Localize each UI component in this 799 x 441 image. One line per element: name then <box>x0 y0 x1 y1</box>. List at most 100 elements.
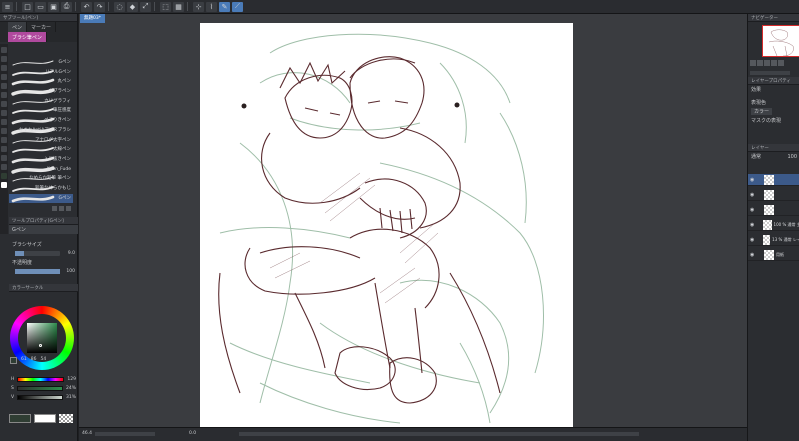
eye-icon[interactable]: ◉ <box>750 222 755 228</box>
subtool-item[interactable]: アナログ太字ペン <box>9 136 73 146</box>
brush-size-row[interactable]: ブラシサイズ <box>9 240 78 249</box>
subtool-item[interactable]: カリグラフィ <box>9 97 73 107</box>
subtool-item[interactable]: カブラペン <box>9 87 73 97</box>
slider-h-value[interactable]: 129 <box>67 377 76 382</box>
subtool-settings-icon[interactable] <box>52 206 57 211</box>
subtool-item[interactable]: リアルGペン <box>9 68 73 78</box>
slider-v-value[interactable]: 31% <box>66 395 76 400</box>
snap-icon[interactable]: ⊹ <box>193 1 204 12</box>
navigator-zoom-slider[interactable] <box>750 70 790 75</box>
color-cursor[interactable] <box>39 344 42 347</box>
rotate-icon[interactable] <box>764 60 770 66</box>
select-all-icon[interactable]: ▦ <box>173 1 184 12</box>
opacity-slider[interactable] <box>15 269 60 274</box>
tool-correct-icon[interactable] <box>1 164 7 170</box>
saturation-value-square[interactable] <box>27 323 57 353</box>
transform-icon[interactable]: ⤢ <box>140 1 151 12</box>
horizontal-scrollbar[interactable] <box>239 432 639 436</box>
tool-airbrush-icon[interactable] <box>1 74 7 80</box>
clear-icon[interactable]: ◌ <box>114 1 125 12</box>
eye-icon[interactable]: ◉ <box>750 237 755 243</box>
pen-icon[interactable]: ✎ <box>219 1 230 12</box>
subtool-item[interactable]: Gペン <box>9 193 73 204</box>
tool-pencil-icon[interactable] <box>1 56 7 62</box>
blend-mode-select[interactable]: 通常 <box>751 153 761 160</box>
save-icon[interactable]: ▣ <box>48 1 59 12</box>
zoom-in-icon[interactable] <box>750 60 756 66</box>
tab-pen[interactable]: ペン <box>8 22 28 32</box>
print-icon[interactable]: ⎙ <box>61 1 72 12</box>
tool-balloon-icon[interactable] <box>1 155 7 161</box>
subtool-delete-icon[interactable] <box>66 206 71 211</box>
zoom-value[interactable]: 46.4 <box>82 431 92 436</box>
ruler-icon[interactable]: ⌇ <box>206 1 217 12</box>
subtool-item[interactable]: 太線ペン <box>9 145 73 155</box>
zoom-readout[interactable]: 46.4 <box>82 431 156 436</box>
menu-icon[interactable]: ≡ <box>2 1 13 12</box>
transparent-color-box[interactable] <box>59 414 73 423</box>
tool-sub-color-icon[interactable] <box>1 182 7 188</box>
angle-readout[interactable]: 0.0 <box>189 431 196 436</box>
subtool-item[interactable]: Gペン <box>9 58 73 68</box>
open-icon[interactable]: ▭ <box>35 1 46 12</box>
brush-size-value[interactable]: 9.0 <box>63 251 75 256</box>
eraser-icon[interactable]: ⟋ <box>232 1 243 12</box>
angle-value[interactable]: 0.0 <box>189 431 196 436</box>
fit-icon[interactable] <box>778 60 784 66</box>
brush-size-slider-row[interactable]: 9.0 <box>9 249 78 258</box>
tool-ruler-icon[interactable] <box>1 137 7 143</box>
value-slider[interactable] <box>17 395 63 400</box>
slider-row-h[interactable]: H 129 <box>9 375 78 384</box>
fill-icon[interactable]: ◆ <box>127 1 138 12</box>
hue-slider[interactable] <box>17 377 65 382</box>
layer-row[interactable]: ◉ <box>748 189 799 201</box>
subtool-item[interactable]: なめらか鉛筆 筆ペン <box>9 174 73 184</box>
layer-opacity-value[interactable]: 100 <box>787 154 797 160</box>
main-color-swatch[interactable] <box>10 357 17 364</box>
sub-color-box[interactable] <box>34 414 56 423</box>
new-icon[interactable]: □ <box>22 1 33 12</box>
opacity-value[interactable]: 100 <box>63 269 75 274</box>
subtool-item[interactable]: 入り抜きペン <box>9 155 73 165</box>
subtool-item[interactable]: 鉛筆なめらかもじ <box>9 184 73 194</box>
subtool-item[interactable]: かすれAntiAアンスブラシ <box>9 126 73 136</box>
tool-figure-icon[interactable] <box>1 119 7 125</box>
tool-text-icon[interactable] <box>1 146 7 152</box>
tool-eraser-icon[interactable] <box>1 83 7 89</box>
layer-row[interactable]: ◉ 用紙 <box>748 249 799 261</box>
flip-icon[interactable] <box>771 60 777 66</box>
tool-fill-icon[interactable] <box>1 101 7 107</box>
subtool-copy-icon[interactable] <box>59 206 64 211</box>
display-color-select-row[interactable]: カラー <box>748 107 799 116</box>
layer-row[interactable]: ◉ <box>748 204 799 216</box>
layer-row[interactable]: ◉ 100 % 通常 主線 <box>748 219 799 231</box>
deselect-icon[interactable]: ⬚ <box>160 1 171 12</box>
zoom-out-icon[interactable] <box>757 60 763 66</box>
undo-icon[interactable]: ↶ <box>81 1 92 12</box>
slider-row-s[interactable]: S 24% <box>9 384 78 393</box>
tool-frame-icon[interactable] <box>1 128 7 134</box>
eye-icon[interactable]: ◉ <box>750 207 756 213</box>
tool-blend-icon[interactable] <box>1 92 7 98</box>
drawing-canvas[interactable] <box>200 23 573 427</box>
saturation-slider[interactable] <box>16 386 63 391</box>
zoom-slider[interactable] <box>95 432 156 436</box>
subtool-item[interactable]: Kaon_Fude <box>9 165 73 175</box>
tab-brush-set[interactable]: ブラシ筆ペン <box>8 32 47 42</box>
eye-icon[interactable]: ◉ <box>750 192 756 198</box>
layer-blend-row[interactable]: 通常 100 <box>748 152 799 161</box>
subtool-item[interactable]: 筆圧感度 <box>9 106 73 116</box>
redo-icon[interactable]: ↷ <box>94 1 105 12</box>
layer-row[interactable]: ◉ 13 % 通常 レイヤー <box>748 234 799 246</box>
layer-row[interactable]: ◉ <box>748 174 799 186</box>
tool-main-color-icon[interactable] <box>1 173 7 179</box>
slider-row-v[interactable]: V 31% <box>9 393 78 402</box>
tool-pen-icon[interactable] <box>1 47 7 53</box>
tab-marker[interactable]: マーカー <box>27 22 57 32</box>
opacity-slider-row[interactable]: 100 <box>9 267 78 276</box>
tool-gradient-icon[interactable] <box>1 110 7 116</box>
navigator-preview[interactable] <box>762 25 799 57</box>
display-color-select[interactable]: カラー <box>751 108 773 115</box>
brush-size-slider[interactable] <box>15 251 60 256</box>
document-tab[interactable]: 無題03* <box>80 14 105 23</box>
